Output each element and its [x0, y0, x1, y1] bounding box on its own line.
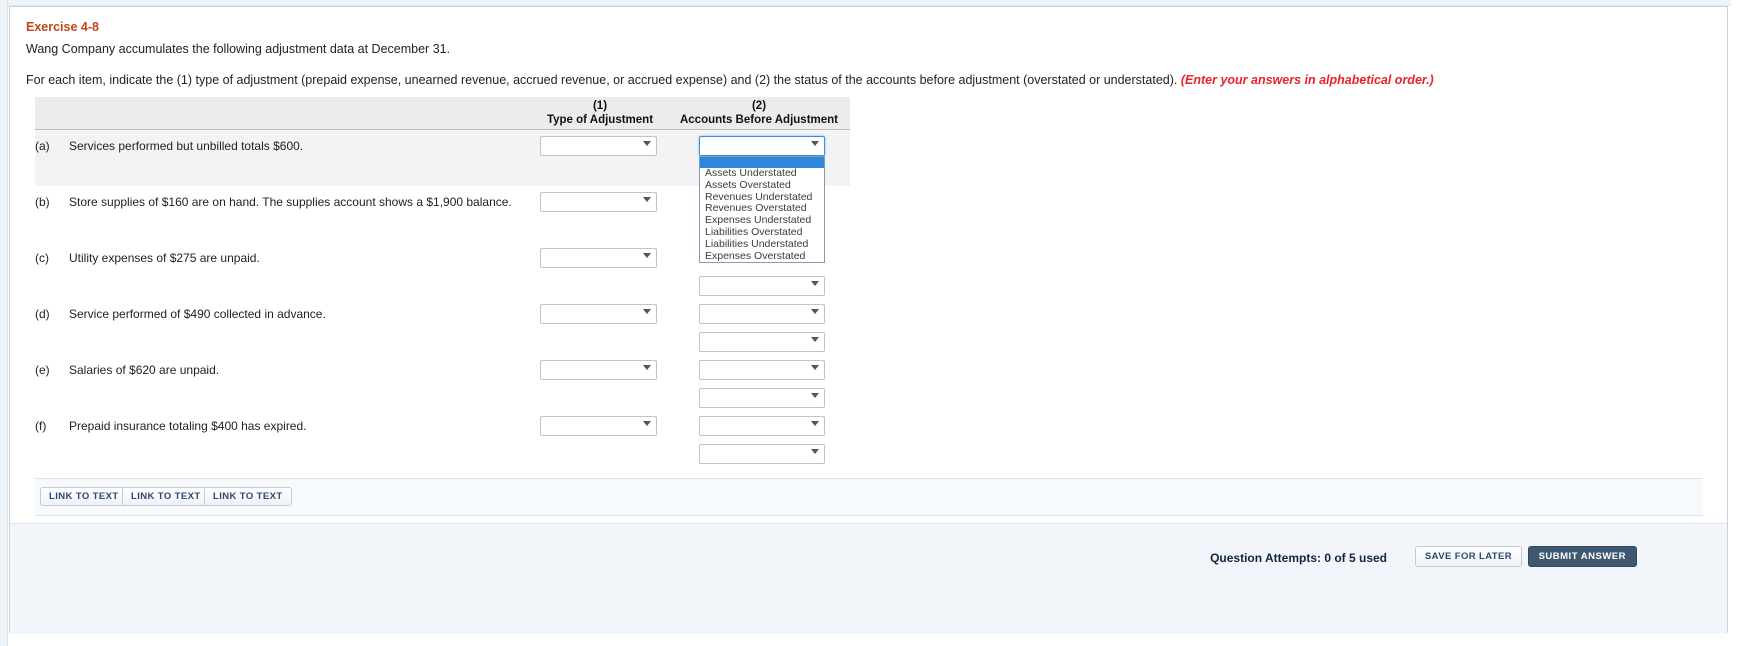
type-of-adjustment-select-e[interactable]: [540, 360, 657, 380]
accounts-before-adjustment-select-e[interactable]: [699, 360, 825, 380]
chevron-down-icon: [811, 309, 819, 314]
column1-label: Type of Adjustment: [546, 114, 654, 126]
link-to-text-button-1[interactable]: LINK TO TEXT: [40, 487, 128, 506]
chevron-down-icon: [643, 141, 651, 146]
exercise-title: Exercise 4-8: [26, 20, 99, 34]
chevron-down-icon: [811, 421, 819, 426]
link-to-text-button-2[interactable]: LINK TO TEXT: [122, 487, 210, 506]
row-description: Salaries of $620 are unpaid.: [69, 363, 220, 377]
exercise-instruction: For each item, indicate the (1) type of …: [26, 72, 1711, 89]
dropdown-option[interactable]: Liabilities Overstated: [700, 226, 824, 239]
exercise-header-block: Exercise 4-8 Wang Company accumulates th…: [10, 7, 1727, 103]
row-marker: (c): [35, 251, 49, 265]
chevron-down-icon: [811, 449, 819, 454]
type-of-adjustment-select-f[interactable]: [540, 416, 657, 436]
type-of-adjustment-select-b[interactable]: [540, 192, 657, 212]
type-of-adjustment-select-d[interactable]: [540, 304, 657, 324]
chevron-down-icon: [643, 253, 651, 258]
accounts-before-adjustment-select-e2[interactable]: [699, 388, 825, 408]
chevron-down-icon: [643, 197, 651, 202]
instruction-note: (Enter your answers in alphabetical orde…: [1180, 73, 1434, 87]
submit-answer-button[interactable]: SUBMIT ANSWER: [1527, 546, 1637, 567]
accounts-before-adjustment-select-d2[interactable]: [699, 332, 825, 352]
action-bar: Question Attempts: 0 of 5 used SAVE FOR …: [10, 523, 1727, 634]
column2-number: (2): [751, 100, 767, 112]
table-row: (a) Services performed but unbilled tota…: [35, 130, 850, 264]
exercise-intro: Wang Company accumulates the following a…: [26, 42, 451, 56]
exercise-page: Exercise 4-8 Wang Company accumulates th…: [0, 0, 1737, 646]
question-attempts-status: Question Attempts: 0 of 5 used: [1210, 551, 1387, 565]
left-rail: [0, 0, 8, 646]
exercise-card: Exercise 4-8 Wang Company accumulates th…: [9, 6, 1728, 634]
save-for-later-button[interactable]: SAVE FOR LATER: [1414, 546, 1522, 567]
chevron-down-icon: [811, 281, 819, 286]
link-to-text-button-3[interactable]: LINK TO TEXT: [204, 487, 292, 506]
row-marker: (e): [35, 363, 50, 377]
column2-label: Accounts Before Adjustment: [679, 114, 839, 126]
dropdown-option[interactable]: Liabilities Understated: [700, 238, 824, 251]
row-description: Utility expenses of $275 are unpaid.: [69, 251, 260, 265]
type-of-adjustment-select-c[interactable]: [540, 248, 657, 268]
chevron-down-icon: [811, 365, 819, 370]
dropdown-option[interactable]: Expenses Overstated: [700, 250, 824, 263]
chevron-down-icon: [643, 309, 651, 314]
row-marker: (f): [35, 419, 47, 433]
accounts-dropdown-list[interactable]: Assets Understated Assets Overstated Rev…: [699, 156, 825, 264]
accounts-before-adjustment-select-c[interactable]: [699, 276, 825, 296]
column1-number: (1): [592, 100, 608, 112]
type-of-adjustment-select-a[interactable]: [540, 136, 657, 156]
accounts-before-adjustment-select-f2[interactable]: [699, 444, 825, 464]
row-description: Prepaid insurance totaling $400 has expi…: [69, 419, 307, 433]
row-description: Services performed but unbilled totals $…: [69, 139, 304, 153]
chevron-down-icon: [811, 393, 819, 398]
instruction-main: For each item, indicate the (1) type of …: [26, 73, 1178, 87]
row-description: Store supplies of $160 are on hand. The …: [69, 195, 512, 209]
table-row: (d) Service performed of $490 collected …: [35, 298, 850, 354]
row-marker: (d): [35, 307, 50, 321]
row-marker: (a): [35, 139, 50, 153]
chevron-down-icon: [811, 141, 819, 146]
accounts-before-adjustment-select-d[interactable]: [699, 304, 825, 324]
link-to-text-band: LINK TO TEXT LINK TO TEXT LINK TO TEXT: [35, 478, 1703, 516]
accounts-before-adjustment-select-a[interactable]: [699, 136, 825, 156]
chevron-down-icon: [811, 337, 819, 342]
chevron-down-icon: [643, 365, 651, 370]
table-row: (e) Salaries of $620 are unpaid.: [35, 354, 850, 410]
row-description: Service performed of $490 collected in a…: [69, 307, 326, 321]
right-rail: [1731, 0, 1737, 646]
row-marker: (b): [35, 195, 50, 209]
chevron-down-icon: [643, 421, 651, 426]
table-header-row: (1) Type of Adjustment (2) Accounts Befo…: [35, 97, 850, 130]
accounts-before-adjustment-select-f[interactable]: [699, 416, 825, 436]
dropdown-option[interactable]: Assets Overstated: [700, 179, 824, 192]
adjustment-table: (1) Type of Adjustment (2) Accounts Befo…: [35, 97, 850, 466]
table-row: (f) Prepaid insurance totaling $400 has …: [35, 410, 850, 466]
